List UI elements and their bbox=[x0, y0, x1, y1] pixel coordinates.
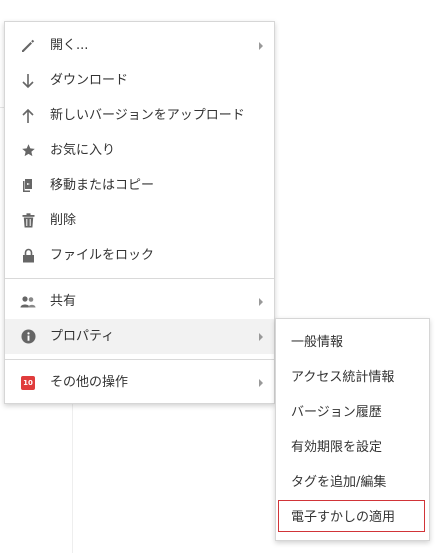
menu-separator bbox=[5, 359, 274, 360]
menu-item-properties[interactable]: プロパティ bbox=[5, 319, 274, 354]
star-icon bbox=[19, 133, 37, 168]
submenu-item-access-stats[interactable]: アクセス統計情報 bbox=[276, 360, 429, 395]
submenu-item-label: 一般情報 bbox=[291, 335, 344, 350]
users-icon bbox=[19, 284, 37, 319]
menu-item-label: プロパティ bbox=[50, 329, 115, 344]
menu-item-upload-new-version[interactable]: 新しいバージョンをアップロード bbox=[5, 98, 274, 133]
background-divider bbox=[72, 400, 73, 553]
menu-item-label: 共有 bbox=[50, 294, 77, 309]
arrow-down-icon bbox=[19, 63, 37, 98]
menu-item-other-actions[interactable]: 10 その他の操作 bbox=[5, 365, 274, 400]
submenu-item-version-history[interactable]: バージョン履歴 bbox=[276, 395, 429, 430]
menu-item-label: ファイルをロック bbox=[50, 248, 155, 263]
copy-icon bbox=[19, 168, 37, 203]
chevron-right-icon bbox=[258, 284, 264, 319]
menu-item-share[interactable]: 共有 bbox=[5, 284, 274, 319]
submenu-item-label: タグを追加/編集 bbox=[291, 475, 387, 490]
apps-badge: 10 bbox=[21, 375, 35, 390]
chevron-right-icon bbox=[258, 319, 264, 354]
menu-item-label: 開く... bbox=[50, 38, 89, 53]
menu-item-open[interactable]: 開く... bbox=[5, 28, 274, 63]
menu-item-move-or-copy[interactable]: 移動またはコピー bbox=[5, 168, 274, 203]
info-icon bbox=[19, 319, 37, 354]
menu-item-download[interactable]: ダウンロード bbox=[5, 63, 274, 98]
submenu-item-label: アクセス統計情報 bbox=[291, 370, 395, 385]
lock-icon bbox=[19, 238, 37, 273]
apps-badge-icon: 10 bbox=[19, 365, 37, 400]
submenu-item-label: バージョン履歴 bbox=[291, 405, 382, 420]
submenu-item-add-edit-tags[interactable]: タグを追加/編集 bbox=[276, 465, 429, 500]
context-menu: 開く... ダウンロード 新しいバージョンをアップロード お気に入り 移動または… bbox=[4, 21, 275, 404]
menu-item-label: 移動またはコピー bbox=[50, 178, 155, 193]
chevron-right-icon bbox=[258, 28, 264, 63]
submenu-item-label: 有効期限を設定 bbox=[291, 440, 383, 455]
menu-item-favorite[interactable]: お気に入り bbox=[5, 133, 274, 168]
arrow-up-icon bbox=[19, 98, 37, 133]
menu-item-delete[interactable]: 削除 bbox=[5, 203, 274, 238]
menu-item-label: ダウンロード bbox=[50, 73, 129, 88]
chevron-right-icon bbox=[258, 365, 264, 400]
menu-separator bbox=[5, 278, 274, 279]
menu-item-lock-file[interactable]: ファイルをロック bbox=[5, 238, 274, 273]
submenu-item-set-expiration[interactable]: 有効期限を設定 bbox=[276, 430, 429, 465]
submenu-item-general-info[interactable]: 一般情報 bbox=[276, 325, 429, 360]
trash-icon bbox=[19, 203, 37, 238]
highlight-frame bbox=[278, 500, 425, 532]
menu-item-label: 新しいバージョンをアップロード bbox=[50, 108, 245, 123]
pencil-icon bbox=[19, 28, 37, 63]
menu-item-label: お気に入り bbox=[50, 143, 116, 158]
menu-item-label: その他の操作 bbox=[50, 375, 129, 390]
menu-item-label: 削除 bbox=[50, 213, 77, 228]
